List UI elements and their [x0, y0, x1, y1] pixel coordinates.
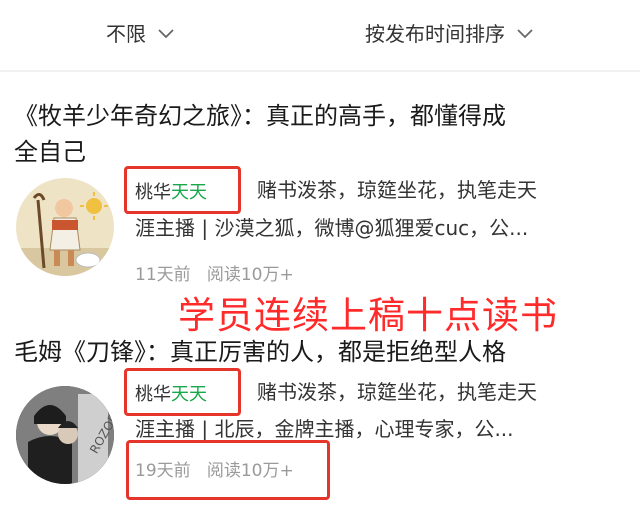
author-description: 赌书泼茶，琼筵坐花，执笔走天: [257, 178, 537, 202]
author-name[interactable]: 桃华 天天: [135, 380, 207, 406]
author-name-part: 天天: [171, 182, 207, 203]
article-title-line: 毛姆《刀锋》：真正厉害的人，都是拒绝型人格: [14, 338, 506, 366]
read-count: 阅读10万+: [206, 265, 294, 285]
author-description: 涯主播 | 沙漠之狐，微博@狐狸爱cuc，公...: [135, 216, 529, 240]
chevron-down-icon: [158, 28, 174, 38]
article-meta: 19天前 阅读10万+: [135, 456, 294, 481]
filter-sort-label: 按发布时间排序: [365, 22, 505, 46]
publish-time: 11天前: [135, 265, 191, 285]
article-meta: 11天前 阅读10万+: [135, 260, 294, 285]
filter-unlimited-dropdown[interactable]: 不限: [106, 18, 176, 47]
article-title-line: 《牧羊少年奇幻之旅》：真正的高手，都懂得成: [14, 102, 506, 130]
article-title[interactable]: 毛姆《刀锋》：真正厉害的人，都是拒绝型人格: [14, 334, 614, 370]
author-name-part: 桃华: [135, 384, 171, 405]
author-avatar[interactable]: [16, 178, 114, 276]
article-title[interactable]: 《牧羊少年奇幻之旅》：真正的高手，都懂得成 全自己: [14, 98, 614, 170]
read-count: 阅读10万+: [206, 461, 294, 481]
author-name-part: 桃华: [135, 182, 171, 203]
overlay-annotation: 学员连续上稿十点读书: [178, 294, 558, 337]
author-name[interactable]: 桃华 天天: [135, 178, 207, 204]
filter-bar: 不限 按发布时间排序: [0, 0, 640, 68]
filter-unlimited-label: 不限: [106, 22, 146, 46]
chevron-down-icon: [517, 28, 533, 38]
article-title-line: 全自己: [14, 138, 86, 166]
author-avatar[interactable]: ROZOR: [16, 386, 114, 484]
filter-sort-dropdown[interactable]: 按发布时间排序: [365, 18, 535, 47]
publish-time: 19天前: [135, 461, 191, 481]
author-name-part: 天天: [171, 384, 207, 405]
author-description: 赌书泼茶，琼筵坐花，执笔走天: [257, 380, 537, 404]
divider: [0, 70, 640, 72]
